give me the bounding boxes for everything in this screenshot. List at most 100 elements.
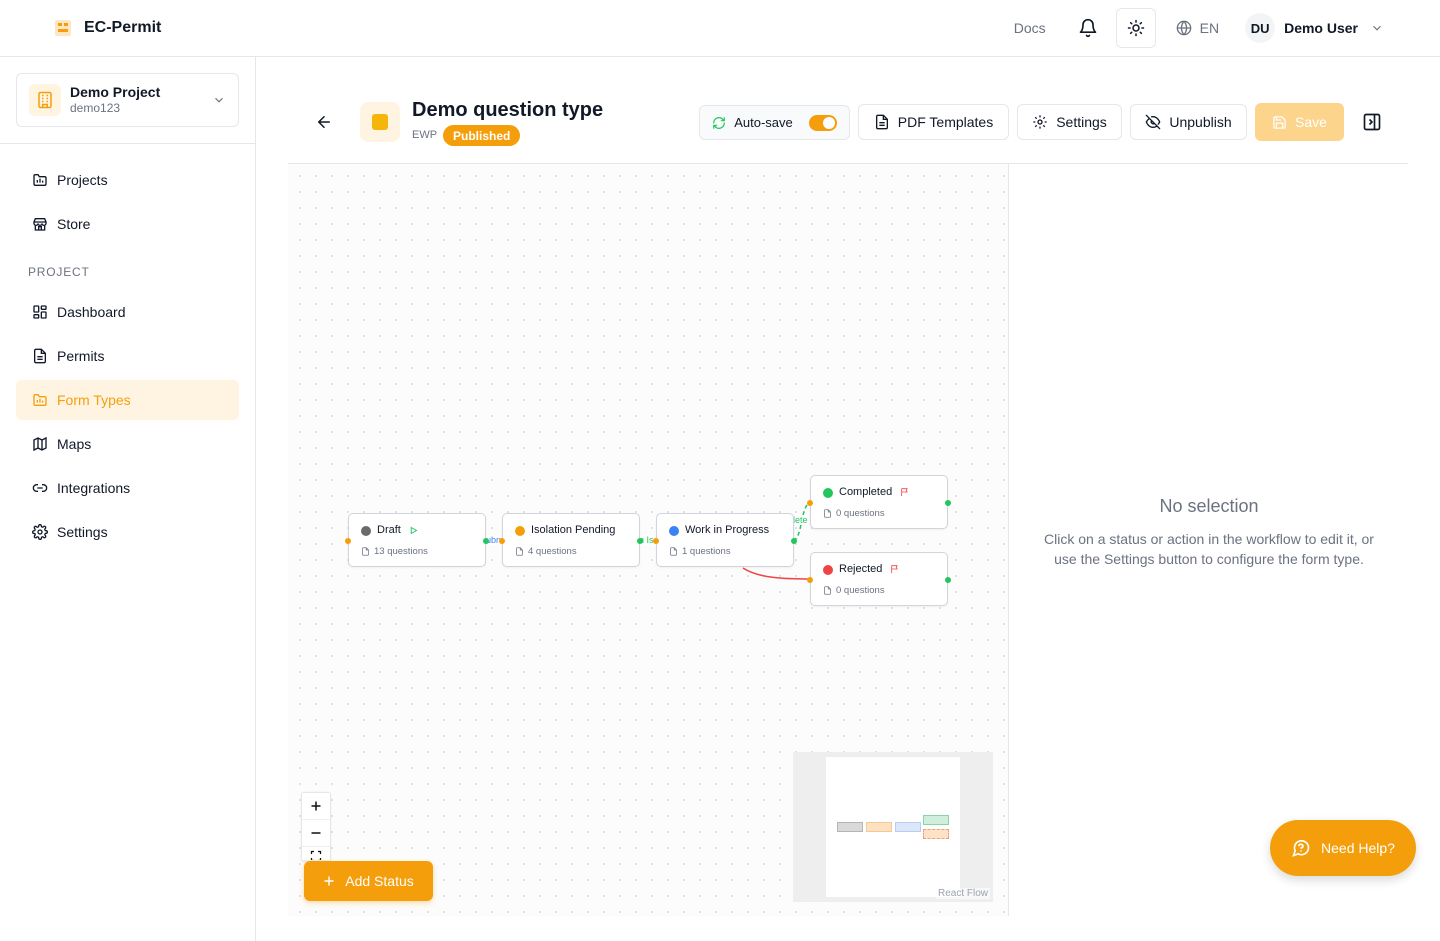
chevron-down-icon — [215, 97, 223, 103]
status-color-dot — [361, 526, 371, 536]
status-color-dot — [823, 488, 833, 498]
brand[interactable]: EC-Permit — [52, 17, 161, 39]
sidebar-item-projects[interactable]: Projects — [16, 160, 239, 200]
status-node-completed[interactable]: Completed 0 questions — [807, 475, 951, 529]
properties-panel: No selection Click on a status or action… — [1008, 164, 1408, 916]
pdf-templates-button[interactable]: PDF Templates — [858, 104, 1009, 140]
toggle-panel-button[interactable] — [1358, 104, 1386, 140]
source-handle[interactable] — [945, 500, 951, 506]
sidebar-item-form-types[interactable]: Form Types — [16, 380, 239, 420]
status-node-title: Work in Progress — [685, 524, 770, 536]
back-button[interactable] — [310, 108, 338, 136]
target-handle[interactable] — [345, 538, 351, 544]
refresh-icon — [713, 116, 726, 129]
sidebar-item-integrations[interactable]: Integrations — [16, 468, 239, 508]
user-menu[interactable]: DU Demo User — [1245, 13, 1384, 43]
sidebar-item-label: Dashboard — [57, 304, 126, 320]
document-icon — [670, 547, 677, 556]
save-button[interactable]: Save — [1255, 103, 1344, 141]
minimap-node — [866, 822, 892, 832]
save-label: Save — [1295, 114, 1327, 130]
brand-logo-icon — [55, 20, 71, 36]
gear-icon — [1033, 115, 1047, 129]
chevron-down-icon — [1373, 25, 1381, 31]
source-handle[interactable] — [945, 577, 951, 583]
link-icon — [32, 484, 48, 492]
status-node-questions: 1 questions — [682, 546, 731, 557]
project-selector[interactable]: Demo Project demo123 — [16, 73, 239, 127]
sidebar-item-label: Form Types — [57, 392, 131, 408]
sidebar-item-store[interactable]: Store — [16, 204, 239, 244]
divider — [0, 143, 255, 144]
target-handle[interactable] — [807, 577, 813, 583]
sidebar-item-label: Store — [57, 216, 91, 232]
settings-button[interactable]: Settings — [1017, 104, 1122, 140]
flag-icon — [891, 565, 899, 574]
status-node-work-in-progress[interactable]: Work in Progress 1 questions — [653, 513, 797, 567]
target-handle[interactable] — [653, 538, 659, 544]
autosave-toggle[interactable] — [808, 114, 837, 131]
store-icon — [33, 218, 47, 231]
status-node-title: Rejected — [839, 563, 883, 575]
document-icon — [516, 547, 523, 556]
target-handle[interactable] — [807, 500, 813, 506]
save-icon — [1273, 115, 1286, 129]
need-help-label: Need Help? — [1321, 840, 1395, 856]
minimap[interactable]: React Flow — [793, 752, 993, 902]
autosave-control[interactable]: Auto-save — [699, 105, 850, 140]
minimap-node — [895, 822, 921, 832]
form-type-header: Demo question type EWP Published Auto-sa… — [288, 82, 1408, 164]
theme-toggle-button[interactable] — [1115, 8, 1156, 48]
status-node-title: Isolation Pending — [531, 524, 616, 536]
fit-view-button[interactable] — [302, 847, 330, 861]
empty-state-text: Click on a status or action in the workf… — [1044, 531, 1374, 567]
avatar: DU — [1245, 13, 1276, 43]
map-icon — [33, 436, 47, 452]
form-type-icon — [360, 102, 400, 142]
project-code: demo123 — [70, 101, 121, 115]
document-icon — [824, 586, 831, 595]
arrow-left-icon — [317, 116, 330, 128]
zoom-in-button[interactable] — [302, 793, 330, 820]
react-flow-attribution[interactable]: React Flow — [935, 888, 990, 899]
eye-off-icon — [1145, 114, 1161, 130]
status-node-title: Completed — [839, 486, 893, 498]
minimap-node — [923, 829, 949, 839]
need-help-button[interactable]: Need Help? — [1270, 820, 1416, 876]
sidebar-item-label: Projects — [57, 172, 108, 188]
edge-label[interactable]: lete — [793, 515, 808, 525]
target-handle[interactable] — [499, 538, 505, 544]
minimap-viewport — [826, 757, 960, 897]
panel-right-icon — [1363, 113, 1381, 131]
source-handle[interactable] — [483, 538, 489, 544]
docs-link[interactable]: Docs — [1014, 20, 1046, 36]
language-label: EN — [1199, 20, 1220, 36]
add-status-label: Add Status — [345, 873, 414, 889]
source-handle[interactable] — [637, 538, 643, 544]
sidebar-item-label: Integrations — [57, 480, 131, 496]
sidebar-item-maps[interactable]: Maps — [16, 424, 239, 464]
page-title: Demo question type — [412, 99, 604, 121]
folder-icon — [33, 174, 47, 186]
source-handle[interactable] — [791, 538, 797, 544]
sidebar-section-label: PROJECT — [28, 265, 90, 279]
help-chat-icon — [1292, 839, 1310, 857]
status-color-dot — [515, 526, 525, 536]
status-node-draft[interactable]: Draft 13 questions — [345, 513, 489, 567]
workflow-canvas[interactable]: ubn n Is lete Draft 13 questions Isolati… — [288, 164, 1008, 916]
status-node-rejected[interactable]: Rejected 0 questions — [807, 552, 951, 606]
notifications-button[interactable] — [1068, 8, 1108, 48]
document-icon — [875, 114, 888, 130]
unpublish-button[interactable]: Unpublish — [1130, 104, 1247, 140]
status-color-dot — [823, 565, 833, 575]
add-status-button[interactable]: Add Status — [304, 861, 433, 901]
zoom-out-button[interactable] — [302, 820, 330, 847]
sidebar-nav-project: PROJECT Dashboard Permits Form Types Map… — [16, 252, 239, 556]
sidebar-item-dashboard[interactable]: Dashboard — [16, 292, 239, 332]
sidebar-item-settings[interactable]: Settings — [16, 512, 239, 552]
status-node-isolation-pending[interactable]: Isolation Pending 4 questions — [499, 513, 643, 567]
sidebar-item-permits[interactable]: Permits — [16, 336, 239, 376]
status-node-questions: 13 questions — [374, 546, 428, 557]
language-selector[interactable]: EN — [1176, 20, 1219, 36]
zoom-controls — [302, 793, 330, 861]
